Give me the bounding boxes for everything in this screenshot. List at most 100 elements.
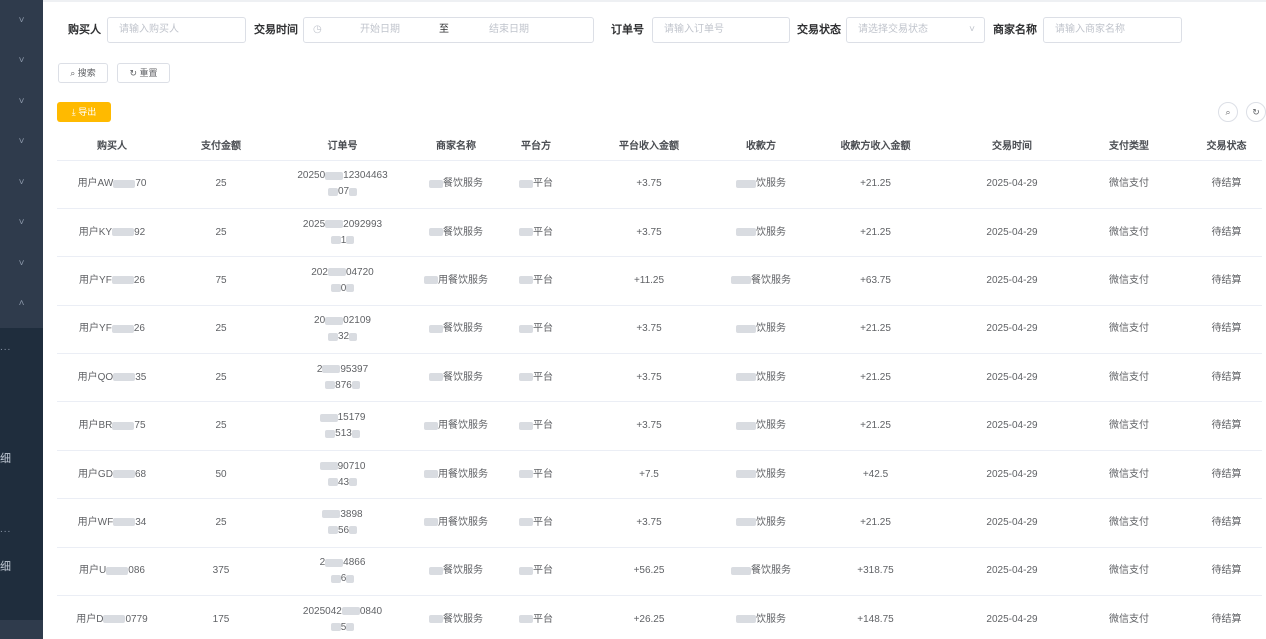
export-button[interactable]: ⤓ 导出 [57,102,111,122]
pay-type-cell: 微信支付 [1067,547,1191,597]
trade-time-cell: 2025-04-29 [957,401,1067,451]
table-row[interactable]: 用户AW 70 25 20250 12304463 07 餐饮服务 平台 +3.75 饮服务 +21… [57,160,1262,209]
table-row[interactable]: 用户QO 35 25 2 95397 876 餐饮服务 平台 +3.75 饮服务 +21.25 202… [57,353,1262,403]
buyer-cell: 用户D 0779 [57,595,167,639]
table-row[interactable]: 用户GD 68 50 90710 43 用餐饮服务 平台 +7.5 饮服务 +42.5 2025-0… [57,450,1262,500]
platform-cell: 平台 [502,450,570,500]
platform-income-cell: +3.75 [570,208,728,258]
amount-cell: 25 [167,160,275,209]
main-content: 购买人 请输入购买人 交易时间 ◷ 开始日期 至 结束日期 订单号 请输入订单号… [43,2,1266,639]
sidebar-menu-3[interactable]: ˅ [0,81,43,122]
column-header: 支付类型 [1067,130,1191,161]
pay-type-cell: 微信支付 [1067,401,1191,451]
platform-income-cell: +3.75 [570,160,728,209]
sidebar-subitem-2[interactable]: 细 [0,450,11,466]
order-number-cell: 15179 513 [275,401,410,451]
order-number-cell: 20 02109 32 [275,305,410,355]
table-body: 用户AW 70 25 20250 12304463 07 餐饮服务 平台 +3.75 饮服务 +21… [57,160,1262,639]
buyer-cell: 用户YF 26 [57,256,167,306]
order-input[interactable]: 请输入订单号 [652,17,790,43]
trade-time-cell: 2025-04-29 [957,498,1067,548]
platform-cell: 平台 [502,353,570,403]
chevron-down-icon: ˅ [18,55,25,67]
payee-cell: 餐饮服务 [728,256,794,306]
trade-time-cell: 2025-04-29 [957,450,1067,500]
table-row[interactable]: 用户YF 26 75 202 04720 0 用餐饮服务 平台 +11.25 餐饮服务 +63.75… [57,256,1262,306]
sidebar-menu-4[interactable]: ˅ [0,122,43,163]
order-number-cell: 2025042 0840 5 [275,595,410,639]
order-number-cell: 2 95397 876 [275,353,410,403]
order-number-cell: 90710 43 [275,450,410,500]
column-header: 交易状态 [1191,130,1262,161]
table-row[interactable]: 用户D 0779 175 2025042 0840 5 餐饮服务 平台 +26.25 饮服务 +14… [57,595,1262,639]
payee-income-cell: +21.25 [794,401,957,451]
status-cell: 待结算 [1191,305,1262,355]
pay-type-cell: 微信支付 [1067,208,1191,258]
toggle-search-button[interactable]: ⌕ [1218,102,1238,122]
sidebar-subitem-3[interactable]: ... [0,524,11,535]
status-cell: 待结算 [1191,498,1262,548]
platform-cell: 平台 [502,305,570,355]
status-select[interactable]: 请选择交易状态 ˅ [846,17,985,43]
status-cell: 待结算 [1191,595,1262,639]
sidebar-menu-8[interactable]: ˄ [0,284,43,325]
chevron-down-icon: ˅ [18,95,25,107]
sidebar-menu-5[interactable]: ˅ [0,162,43,203]
sidebar-menu-2[interactable]: ˅ [0,41,43,82]
platform-cell: 平台 [502,160,570,209]
platform-cell: 平台 [502,401,570,451]
table-row[interactable]: 用户YF 26 25 20 02109 32 餐饮服务 平台 +3.75 饮服务 +21.25 202… [57,305,1262,355]
sidebar-subitem-4[interactable]: 细 [0,558,11,574]
sidebar-menu-1[interactable]: ˅ [0,0,43,41]
platform-income-cell: +7.5 [570,450,728,500]
payee-income-cell: +318.75 [794,547,957,597]
status-select-placeholder: 请选择交易状态 [858,24,928,35]
merchant-label: 商家名称 [993,24,1037,36]
refresh-icon: ↻ [129,68,137,78]
refresh-button[interactable]: ↻ [1246,102,1266,122]
platform-income-cell: +26.25 [570,595,728,639]
sidebar-bottom [0,620,43,639]
sidebar-menu-6[interactable]: ˅ [0,203,43,244]
trade-time-cell: 2025-04-29 [957,595,1067,639]
search-button[interactable]: ⌕ 搜索 [58,63,108,83]
payee-income-cell: +21.25 [794,208,957,258]
date-range-input[interactable]: ◷ 开始日期 至 结束日期 [303,17,594,43]
column-header: 订单号 [275,130,410,161]
sidebar-submenu [0,328,43,639]
order-number-cell: 20250 12304463 07 [275,160,410,209]
reset-button[interactable]: ↻ 重置 [117,63,170,83]
payee-cell: 餐饮服务 [728,547,794,597]
buyer-input[interactable]: 请输入购买人 [107,17,246,43]
status-cell: 待结算 [1191,547,1262,597]
merchant-input[interactable]: 请输入商家名称 [1043,17,1182,43]
buyer-cell: 用户QO 35 [57,353,167,403]
amount-cell: 75 [167,256,275,306]
buyer-cell: 用户WF 34 [57,498,167,548]
buyer-cell: 用户AW 70 [57,160,167,209]
download-icon: ⤓ [71,107,76,117]
status-cell: 待结算 [1191,256,1262,306]
sidebar-subitem-1[interactable]: ... [0,342,11,353]
start-date-input[interactable]: 开始日期 [360,18,400,42]
amount-cell: 25 [167,305,275,355]
chevron-down-icon: ˅ [969,24,975,35]
platform-cell: 平台 [502,595,570,639]
platform-cell: 平台 [502,256,570,306]
payee-income-cell: +21.25 [794,498,957,548]
merchant-cell: 用餐饮服务 [410,401,502,451]
pay-type-cell: 微信支付 [1067,595,1191,639]
sidebar-menu-7[interactable]: ˅ [0,243,43,284]
table-row[interactable]: 用户WF 34 25 3898 56 用餐饮服务 平台 +3.75 饮服务 +21.25 2025-… [57,498,1262,548]
table-row[interactable]: 用户U 086 375 2 4866 6 餐饮服务 平台 +56.25 餐饮服务 +318.75 20… [57,547,1262,597]
status-cell: 待结算 [1191,208,1262,258]
table-row[interactable]: 用户KY 92 25 2025 2092993 1 餐饮服务 平台 +3.75 饮服务 +21.25… [57,208,1262,258]
status-cell: 待结算 [1191,450,1262,500]
table-row[interactable]: 用户BR 75 25 15179 513 用餐饮服务 平台 +3.75 饮服务 +21.25 202… [57,401,1262,451]
end-date-input[interactable]: 结束日期 [489,18,529,42]
pay-type-cell: 微信支付 [1067,160,1191,209]
order-number-cell: 2025 2092993 1 [275,208,410,258]
trade-time-cell: 2025-04-29 [957,256,1067,306]
trade-time-cell: 2025-04-29 [957,305,1067,355]
app-root: ˅ ˅ ˅ ˅ ˅ ˅ ˅ ˄ ... 细 ... 细 购买人 请输入购买人 交… [0,0,1266,639]
